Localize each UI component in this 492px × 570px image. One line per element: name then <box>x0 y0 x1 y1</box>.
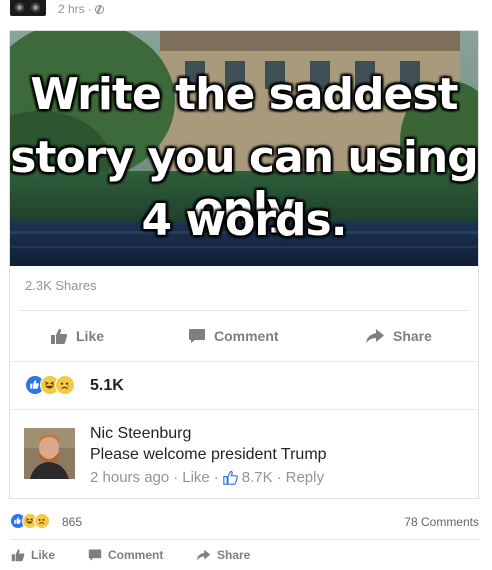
meme-text-line-1: Write the saddest <box>30 69 458 120</box>
share-label: Share <box>393 328 432 344</box>
post-comment-button[interactable]: Comment <box>88 548 163 562</box>
post-share-label: Share <box>217 548 251 562</box>
comments-count[interactable]: 78 Comments <box>404 515 479 529</box>
comment-like-link[interactable]: Like <box>182 469 210 486</box>
reactions-summary[interactable]: 5.1K <box>10 361 478 410</box>
commenter-avatar[interactable] <box>24 428 75 479</box>
post-like-label: Like <box>31 548 56 562</box>
thumbs-up-icon <box>51 328 68 344</box>
like-button[interactable]: Like <box>50 327 104 345</box>
top-comment: Nic Steenburg Please welcome president T… <box>10 411 478 499</box>
comment-icon <box>189 329 205 343</box>
globe-icon <box>94 4 104 14</box>
post-header: 2 hrs · <box>0 0 492 22</box>
comment-reply-link[interactable]: Reply <box>286 469 324 486</box>
commenter-name[interactable]: Nic Steenburg <box>90 425 191 443</box>
post-share-button[interactable]: Share <box>196 548 250 562</box>
sad-reaction-icon <box>34 513 50 529</box>
comment-text: Please welcome president Trump <box>90 446 327 463</box>
divider <box>10 539 480 540</box>
reaction-icons <box>25 375 75 395</box>
thumbs-up-icon <box>223 470 238 485</box>
post-time[interactable]: 2 hrs <box>58 2 85 16</box>
share-button[interactable]: Share <box>365 327 432 345</box>
meme-text-line-3: 4 words. <box>141 195 348 246</box>
divider <box>20 310 468 311</box>
thumbs-up-icon <box>11 549 25 562</box>
meme-image[interactable]: Write the saddest story you can using on… <box>10 31 478 266</box>
like-label: Like <box>76 328 105 344</box>
outer-reaction-count[interactable]: 865 <box>62 515 82 529</box>
post-comment-label: Comment <box>108 548 164 562</box>
post-actions: Like Comment Share <box>0 546 492 566</box>
comment-label: Comment <box>214 328 279 344</box>
comment-like-count[interactable]: 8.7K <box>242 469 273 486</box>
post-timestamp[interactable]: 2 hrs · <box>58 2 104 16</box>
sad-reaction-icon <box>55 375 75 395</box>
comment-icon <box>88 549 102 561</box>
comment-time[interactable]: 2 hours ago <box>90 469 169 486</box>
comment-button[interactable]: Comment <box>188 327 279 345</box>
share-arrow-icon <box>196 549 211 561</box>
post-like-button[interactable]: Like <box>11 548 55 562</box>
shares-count[interactable]: 2.3K Shares <box>25 278 97 293</box>
comment-meta: 2 hours ago · Like · 8.7K · Reply <box>90 469 324 486</box>
outer-reaction-icons[interactable] <box>10 513 50 529</box>
reaction-count: 5.1K <box>90 377 124 394</box>
share-arrow-icon <box>366 329 384 343</box>
shared-post-card: Write the saddest story you can using on… <box>9 30 479 499</box>
shared-post-actions: Like Comment Share <box>10 321 478 351</box>
page-avatar[interactable] <box>10 0 46 16</box>
